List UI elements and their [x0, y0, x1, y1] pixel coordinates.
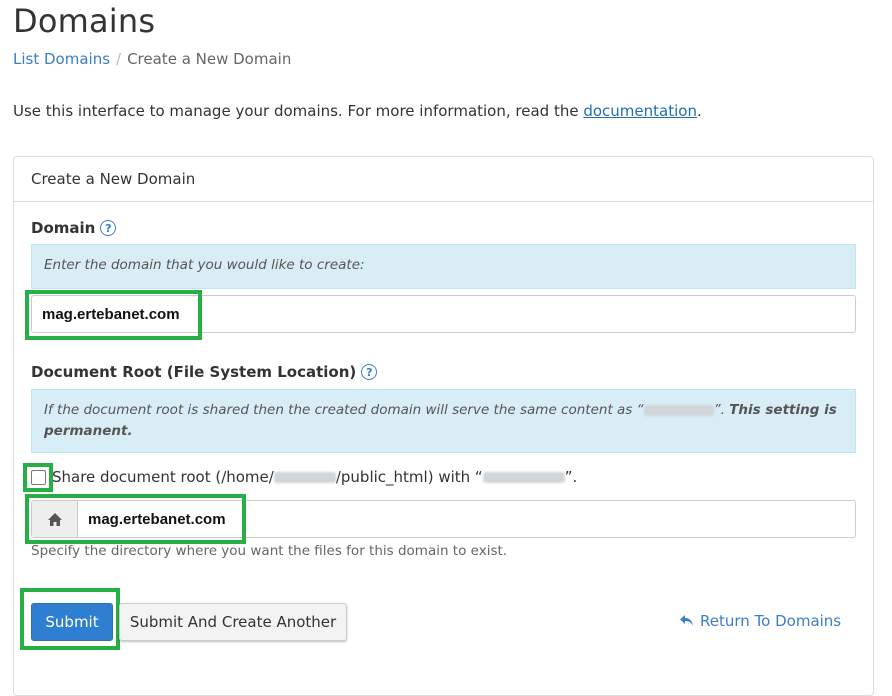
redacted-text [273, 471, 336, 483]
docroot-label: Document Root (File System Location) ? [31, 363, 378, 381]
breadcrumb-list-domains[interactable]: List Domains [13, 50, 110, 68]
return-to-domains-link[interactable]: Return To Domains [679, 612, 841, 630]
breadcrumb-current: Create a New Domain [127, 50, 292, 68]
docroot-info-mid: ”. [713, 402, 730, 418]
submit-button[interactable]: Submit [31, 603, 113, 641]
intro-text: Use this interface to manage your domain… [13, 102, 702, 120]
return-to-domains-label: Return To Domains [700, 612, 842, 630]
docroot-info-prefix: If the document root is shared then the … [44, 402, 644, 418]
docroot-help-text: Specify the directory where you want the… [31, 543, 508, 559]
domain-input[interactable]: mag.ertebanet.com [31, 295, 856, 333]
help-icon[interactable]: ? [100, 220, 117, 236]
return-arrow-icon [680, 615, 693, 626]
redacted-text [482, 471, 565, 483]
home-icon [47, 512, 62, 526]
domain-label: Domain ? [31, 219, 117, 237]
documentation-link[interactable]: documentation [583, 102, 697, 120]
domain-input-value: mag.ertebanet.com [42, 305, 180, 323]
domain-info-text: Enter the domain that you would like to … [44, 257, 365, 273]
share-docroot-mid: /public_html) with “ [335, 468, 483, 486]
breadcrumb: List Domains / Create a New Domain [13, 50, 291, 68]
submit-and-create-another-button[interactable]: Submit And Create Another [119, 603, 347, 641]
share-docroot-suffix: ”. [564, 468, 578, 486]
domain-info-box: Enter the domain that you would like to … [31, 244, 856, 289]
docroot-input-group: mag.ertebanet.com [31, 500, 856, 538]
share-docroot-checkbox[interactable] [31, 469, 46, 485]
panel-heading: Create a New Domain [14, 157, 873, 202]
home-addon [32, 501, 78, 537]
docroot-input[interactable]: mag.ertebanet.com [78, 501, 236, 537]
help-icon[interactable]: ? [361, 364, 378, 380]
intro-text-suffix: . [696, 102, 702, 120]
intro-text-body: Use this interface to manage your domain… [13, 102, 584, 120]
domain-label-text: Domain [31, 219, 96, 237]
redacted-text [643, 404, 714, 416]
docroot-label-text: Document Root (File System Location) [31, 363, 357, 381]
docroot-info-box: If the document root is shared then the … [31, 389, 856, 453]
page-title: Domains [13, 2, 156, 40]
breadcrumb-separator: / [116, 50, 122, 68]
share-docroot-prefix: Share document root (/home/ [52, 468, 274, 486]
share-docroot-row: Share document root (/home/ /public_html)… [31, 468, 577, 486]
